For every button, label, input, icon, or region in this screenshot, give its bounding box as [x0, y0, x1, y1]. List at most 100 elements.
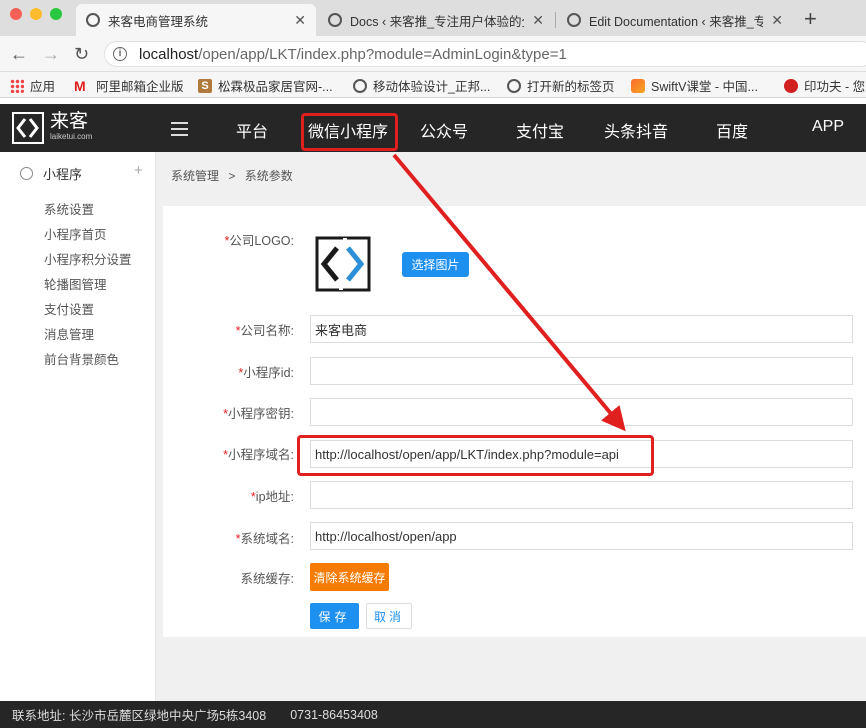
globe-icon — [86, 13, 100, 27]
sidebar-item-miniprogram-home[interactable]: 小程序首页 — [44, 224, 107, 243]
sidebar-group-miniprogram[interactable]: 小程序 — [20, 164, 82, 183]
url-input[interactable]: i localhost/open/app/LKT/index.php?modul… — [104, 41, 866, 67]
sidebar: 小程序 + 系统设置 小程序首页 小程序积分设置 轮播图管理 支付设置 消息管理… — [0, 152, 156, 701]
nav-baidu[interactable]: 百度 — [716, 118, 748, 142]
globe-icon — [353, 78, 367, 93]
appid-label: *小程序id: — [238, 366, 294, 380]
forward-arrow-icon[interactable]: → — [42, 44, 60, 65]
bookmark-newtab[interactable]: 打开新的标签页 — [507, 76, 615, 95]
bookmark-label: 打开新的标签页 — [527, 80, 615, 94]
close-window-button[interactable] — [10, 8, 22, 20]
sidebar-group-title: 小程序 — [43, 167, 83, 182]
footer-address: 联系地址: 长沙市岳麓区绿地中央广场5栋3408 — [12, 709, 267, 723]
bookmark-songlin[interactable]: S 松霖极品家居官网-... — [198, 76, 333, 95]
logo-label: *公司LOGO: — [224, 234, 294, 248]
settings-form-panel: *公司LOGO: 选择图片 *公司名称: 来客电商 *小程序id: *小程序密钥… — [163, 206, 866, 637]
system-domain-input[interactable]: http://localhost/open/app — [310, 522, 853, 550]
footer-phone: 0731-86453408 — [290, 707, 378, 722]
tab-separator — [555, 12, 556, 28]
globe-icon — [507, 78, 521, 93]
browser-tab[interactable]: Docs ‹ 来客推_专注用户体验的全 ✕ — [318, 4, 554, 36]
bookmark-swiftv[interactable]: SwiftV课堂 - 中国... — [631, 76, 758, 95]
sidebar-item-points-settings[interactable]: 小程序积分设置 — [44, 249, 132, 268]
back-arrow-icon[interactable]: ← — [10, 44, 28, 65]
bookmark-apps[interactable]: 应用 — [10, 76, 55, 95]
breadcrumb-current: 系统参数 — [244, 169, 293, 183]
sidebar-item-banner-management[interactable]: 轮播图管理 — [44, 274, 107, 293]
logo-name: 来客 — [50, 111, 89, 132]
ip-label: *ip地址: — [250, 490, 294, 504]
info-icon[interactable]: i — [113, 47, 127, 61]
address-bar-row: ← → ↻ i localhost/open/app/LKT/index.php… — [0, 36, 866, 72]
tab-title: 来客电商管理系统 — [108, 14, 209, 29]
company-name-label: *公司名称: — [235, 324, 294, 338]
menu-toggle-icon[interactable] — [171, 122, 188, 140]
sidebar-item-background-color[interactable]: 前台背景颜色 — [44, 349, 119, 368]
company-logo-image — [315, 236, 371, 292]
bookmark-label: 松霖极品家居官网-... — [218, 80, 333, 94]
bookmarks-bar: 应用 M 阿里邮箱企业版 S 松霖极品家居官网-... 移动体验设计_正邦...… — [0, 72, 866, 98]
close-tab-icon[interactable]: ✕ — [771, 12, 783, 29]
ip-input[interactable] — [310, 481, 853, 509]
breadcrumb: 系统管理 > 系统参数 — [171, 167, 293, 184]
nav-app[interactable]: APP — [812, 118, 844, 136]
breadcrumb-parent[interactable]: 系统管理 — [171, 169, 219, 183]
clear-cache-button[interactable]: 清除系统缓存 — [310, 563, 389, 591]
nav-platform[interactable]: 平台 — [236, 118, 268, 142]
alimail-icon: M — [74, 77, 86, 94]
nav-alipay[interactable]: 支付宝 — [516, 118, 564, 142]
url-host: localhost — [139, 45, 199, 63]
globe-icon — [328, 13, 342, 27]
breadcrumb-separator: > — [228, 169, 236, 183]
close-tab-icon[interactable]: ✕ — [294, 12, 306, 29]
app-header: 来客 laiketui.com 平台 微信小程序 公众号 支付宝 头条抖音 百度… — [0, 104, 866, 152]
bookmark-label: 应用 — [30, 80, 56, 94]
secret-label: *小程序密钥: — [223, 407, 294, 421]
apps-grid-icon — [10, 78, 24, 93]
company-name-input[interactable]: 来客电商 — [310, 315, 853, 343]
bookmark-alimail[interactable]: M 阿里邮箱企业版 — [74, 76, 184, 95]
appid-input[interactable] — [310, 357, 853, 385]
secret-input[interactable] — [310, 398, 853, 426]
close-tab-icon[interactable]: ✕ — [532, 12, 544, 29]
nav-official-account[interactable]: 公众号 — [420, 118, 468, 142]
globe-icon — [567, 13, 581, 27]
maximize-window-button[interactable] — [50, 8, 62, 20]
logo-mark-icon — [12, 112, 44, 144]
sidebar-item-payment-settings[interactable]: 支付设置 — [44, 299, 94, 318]
s-logo-icon: S — [198, 78, 212, 93]
reload-icon[interactable]: ↻ — [74, 44, 89, 65]
nav-toutiao-douyin[interactable]: 头条抖音 — [604, 118, 668, 142]
save-button[interactable]: 保存 — [310, 603, 359, 629]
bookmark-label: 移动体验设计_正邦... — [373, 80, 491, 94]
sidebar-item-system-settings[interactable]: 系统设置 — [44, 199, 94, 218]
bookmark-label: 印功夫 - 您 — [804, 80, 866, 94]
cache-label: 系统缓存: — [240, 572, 294, 586]
bookmark-label: SwiftV课堂 - 中国... — [651, 80, 758, 94]
choose-image-button[interactable]: 选择图片 — [402, 252, 469, 277]
miniprogram-icon — [20, 167, 33, 180]
logo-sub: laiketui.com — [50, 132, 93, 141]
domain-label: *小程序域名: — [223, 448, 294, 462]
sidebar-item-message-management[interactable]: 消息管理 — [44, 324, 94, 343]
expand-plus-icon[interactable]: + — [134, 162, 143, 179]
highlight-box-nav — [301, 113, 398, 151]
yingongfu-icon — [784, 78, 798, 93]
cancel-button[interactable]: 取消 — [366, 603, 412, 629]
main-content: 系统管理 > 系统参数 *公司LOGO: 选择图片 *公司名称: 来客电商 *小… — [156, 152, 866, 701]
highlight-box-domain — [297, 435, 654, 476]
browser-tab-active[interactable]: 来客电商管理系统 ✕ — [76, 4, 316, 36]
bookmark-yingongfu[interactable]: 印功夫 - 您 — [784, 76, 865, 95]
tab-title: Docs ‹ 来客推_专注用户体验的全 — [350, 14, 525, 29]
logo[interactable]: 来客 laiketui.com — [12, 112, 92, 144]
minimize-window-button[interactable] — [30, 8, 42, 20]
new-tab-icon[interactable]: + — [804, 6, 817, 32]
browser-tab[interactable]: Edit Documentation ‹ 来客推_专 ✕ — [557, 4, 793, 36]
swift-icon — [631, 78, 645, 93]
footer: 联系地址: 长沙市岳麓区绿地中央广场5栋3408 0731-86453408 — [0, 701, 866, 728]
bookmark-zhengbang[interactable]: 移动体验设计_正邦... — [353, 76, 490, 95]
browser-tab-bar: 来客电商管理系统 ✕ Docs ‹ 来客推_专注用户体验的全 ✕ Edit Do… — [0, 0, 866, 36]
url-path: /open/app/LKT/index.php?module=AdminLogi… — [198, 45, 567, 63]
system-domain-label: *系统域名: — [235, 532, 294, 546]
url-text: localhost/open/app/LKT/index.php?module=… — [139, 46, 567, 63]
